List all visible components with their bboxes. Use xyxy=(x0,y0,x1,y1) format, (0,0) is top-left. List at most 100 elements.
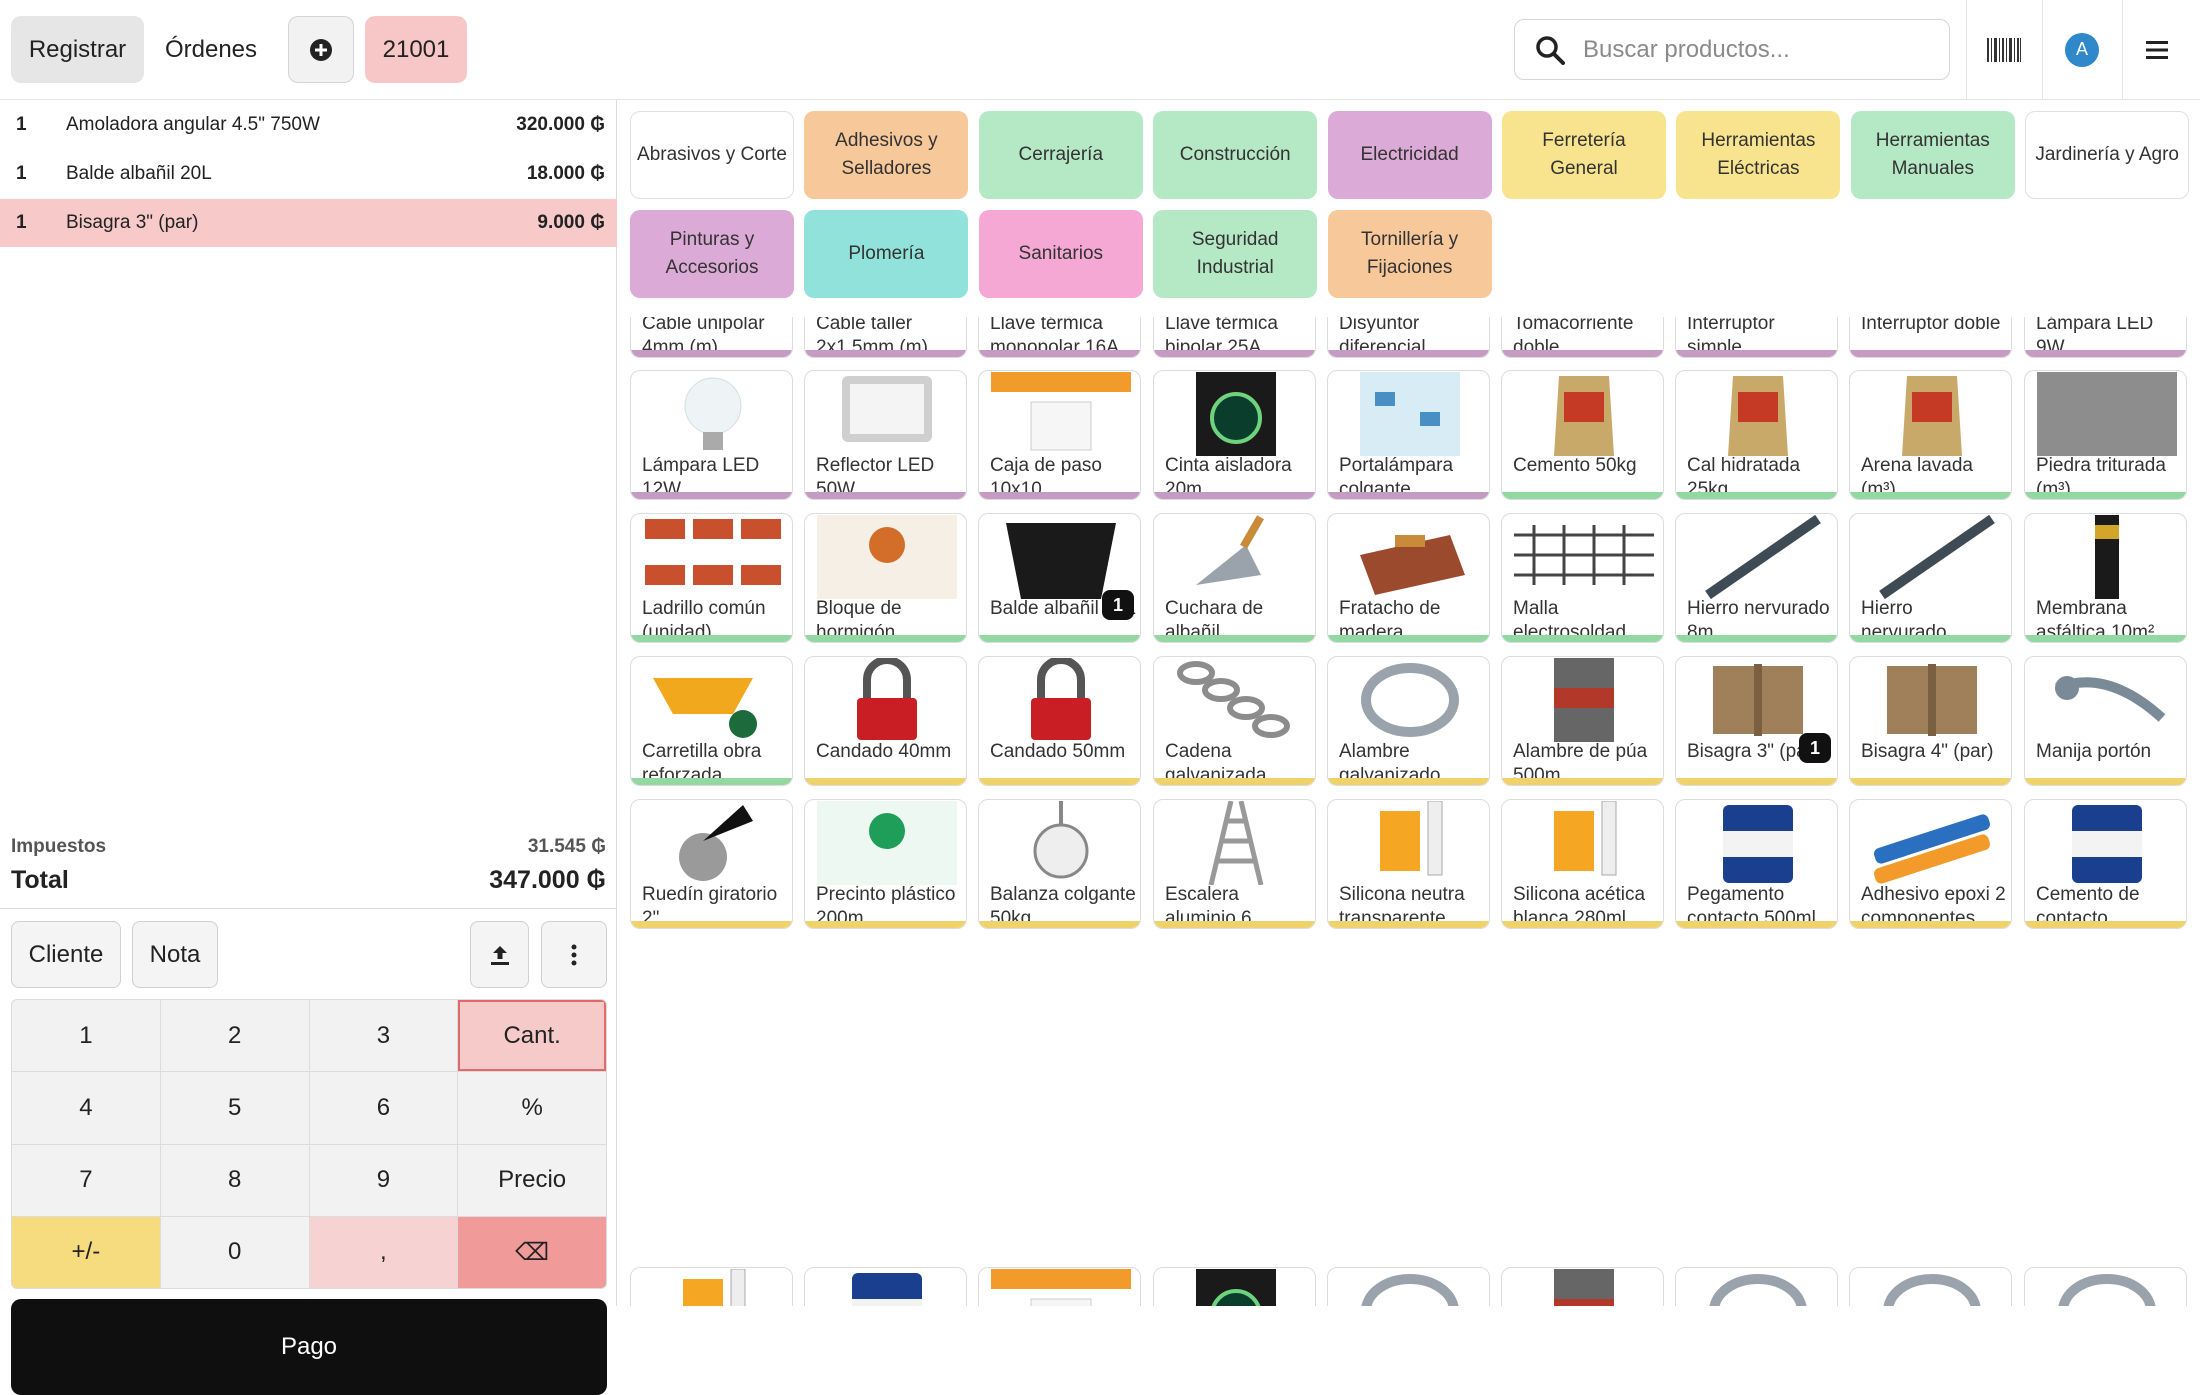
category-button[interactable]: Cerrajería xyxy=(978,111,1143,199)
search-input[interactable] xyxy=(1583,35,1943,64)
product-card[interactable]: Candado 40mm xyxy=(804,656,967,786)
decimal-key[interactable]: , xyxy=(309,1216,458,1288)
product-card[interactable]: Silicona neutra transparente… xyxy=(1327,799,1490,929)
product-card[interactable]: Membrana asfáltica 10m² xyxy=(2024,513,2187,643)
tab-register[interactable]: Registrar xyxy=(11,16,144,83)
menu-button[interactable] xyxy=(2122,16,2192,83)
product-card[interactable]: Bisagra 3" (par) 1 xyxy=(1675,656,1838,786)
search-box[interactable] xyxy=(1514,19,1950,80)
pay-button[interactable]: Pago xyxy=(11,1299,607,1395)
product-card[interactable]: Cable taller 2x1.5mm (m) xyxy=(804,317,967,358)
product-card[interactable]: Carretilla obra reforzada xyxy=(630,656,793,786)
product-card[interactable]: Lámpara LED 12W xyxy=(630,370,793,500)
product-card[interactable]: Cable unipolar 4mm (m) xyxy=(630,317,793,358)
product-card[interactable] xyxy=(630,1267,793,1306)
discount-mode-key[interactable]: % xyxy=(458,1072,606,1144)
product-card[interactable]: Silicona acética blanca 280ml xyxy=(1501,799,1664,929)
new-order-button[interactable] xyxy=(288,16,354,83)
digit-key-5[interactable]: 5 xyxy=(160,1072,309,1144)
digit-key-4[interactable]: 4 xyxy=(12,1072,160,1144)
product-card[interactable]: Interruptor doble xyxy=(1849,317,2012,358)
tab-orders[interactable]: Órdenes xyxy=(150,16,272,83)
product-card[interactable]: Cuchara de albañil xyxy=(1153,513,1316,643)
category-button[interactable]: Adhesivos y Selladores xyxy=(804,111,969,199)
product-card[interactable]: Portalámpara colgante xyxy=(1327,370,1490,500)
current-order-tab[interactable]: 21001 xyxy=(365,16,467,83)
product-card[interactable] xyxy=(1849,1267,2012,1306)
customer-button[interactable]: Cliente xyxy=(11,921,121,988)
product-card[interactable]: Bisagra 4" (par) xyxy=(1849,656,2012,786)
product-card[interactable]: Cal hidratada 25kg xyxy=(1675,370,1838,500)
product-card[interactable]: Adhesivo epoxi 2 componentes xyxy=(1849,799,2012,929)
product-card[interactable] xyxy=(1501,1267,1664,1306)
category-button[interactable]: Electricidad xyxy=(1327,111,1492,199)
product-card[interactable]: Hierro nervurado 8m… xyxy=(1675,513,1838,643)
digit-key-1[interactable]: 1 xyxy=(12,1000,160,1072)
product-card[interactable]: Ruedín giratorio 2" xyxy=(630,799,793,929)
product-card[interactable]: Arena lavada (m³) xyxy=(1849,370,2012,500)
more-options-button[interactable] xyxy=(541,921,607,988)
product-card[interactable] xyxy=(1675,1267,1838,1306)
product-card[interactable]: Ladrillo común (unidad) xyxy=(630,513,793,643)
product-card[interactable]: Interruptor simple xyxy=(1675,317,1838,358)
note-button[interactable]: Nota xyxy=(132,921,218,988)
digit-key-0[interactable]: 0 xyxy=(160,1216,309,1288)
product-card[interactable]: Bloque de hormigón… xyxy=(804,513,967,643)
product-card[interactable]: Cemento de contacto… xyxy=(2024,799,2187,929)
product-card[interactable]: Cemento 50kg xyxy=(1501,370,1664,500)
digit-key-8[interactable]: 8 xyxy=(160,1144,309,1216)
order-line[interactable]: 1 Balde albañil 20L 18.000 ₲ xyxy=(0,150,617,198)
order-line[interactable]: 1 Amoladora angular 4.5" 750W 320.000 ₲ xyxy=(0,101,617,149)
product-card[interactable] xyxy=(1153,1267,1316,1306)
product-card[interactable]: Balde albañil 20L 1 xyxy=(978,513,1141,643)
product-card[interactable]: Balanza colgante 50kg xyxy=(978,799,1141,929)
digit-key-2[interactable]: 2 xyxy=(160,1000,309,1072)
product-card[interactable] xyxy=(804,1267,967,1306)
category-button[interactable]: Sanitarios xyxy=(978,210,1143,298)
digit-key-6[interactable]: 6 xyxy=(309,1072,458,1144)
user-avatar-button[interactable]: A xyxy=(2042,16,2122,83)
product-card[interactable]: Llave térmica monopolar 16A xyxy=(978,317,1141,358)
category-button[interactable]: Tornillería y Fijaciones xyxy=(1327,210,1492,298)
digit-key-3[interactable]: 3 xyxy=(309,1000,458,1072)
product-card[interactable]: Llave térmica bipolar 25A xyxy=(1153,317,1316,358)
product-card[interactable]: Escalera aluminio 6… xyxy=(1153,799,1316,929)
category-button[interactable]: Ferretería General xyxy=(1502,111,1666,199)
category-button[interactable]: Plomería xyxy=(804,210,969,298)
product-card[interactable]: Malla electrosoldad… xyxy=(1501,513,1664,643)
product-card[interactable]: Disyuntor diferencial… xyxy=(1327,317,1490,358)
product-card[interactable] xyxy=(2024,1267,2187,1306)
export-button[interactable] xyxy=(470,921,529,988)
product-card[interactable]: Candado 50mm xyxy=(978,656,1141,786)
category-button[interactable]: Seguridad Industrial xyxy=(1153,210,1318,298)
product-card[interactable]: Fratacho de madera xyxy=(1327,513,1490,643)
product-card[interactable]: Manija portón xyxy=(2024,656,2187,786)
backspace-key[interactable]: ⌫ xyxy=(458,1216,606,1288)
barcode-button[interactable] xyxy=(1966,16,2042,83)
product-card[interactable]: Lámpara LED 9W xyxy=(2024,317,2187,358)
product-card[interactable]: Pegamento contacto 500ml xyxy=(1675,799,1838,929)
product-card[interactable]: Piedra triturada (m³) xyxy=(2024,370,2187,500)
product-card[interactable]: Cinta aisladora 20m xyxy=(1153,370,1316,500)
category-button[interactable]: Construcción xyxy=(1153,111,1318,199)
product-card[interactable]: Tomacorriente doble xyxy=(1501,317,1664,358)
product-card[interactable]: Reflector LED 50W xyxy=(804,370,967,500)
quantity-mode-key[interactable]: Cant. xyxy=(458,1000,606,1072)
order-line[interactable]: 1 Bisagra 3" (par) 9.000 ₲ xyxy=(0,199,617,247)
product-card[interactable] xyxy=(1327,1267,1490,1306)
sign-toggle-key[interactable]: +/- xyxy=(12,1216,160,1288)
product-card[interactable]: Alambre de púa 500m xyxy=(1501,656,1664,786)
category-button[interactable]: Herramientas Eléctricas xyxy=(1676,111,1841,199)
product-card[interactable]: Cadena galvanizada… xyxy=(1153,656,1316,786)
digit-key-9[interactable]: 9 xyxy=(309,1144,458,1216)
digit-key-7[interactable]: 7 xyxy=(12,1144,160,1216)
category-button[interactable]: Jardinería y Agro xyxy=(2025,111,2190,199)
product-card[interactable]: Precinto plástico 200m… xyxy=(804,799,967,929)
product-card[interactable]: Hierro nervurado… xyxy=(1849,513,2012,643)
product-card[interactable]: Alambre galvanizado… xyxy=(1327,656,1490,786)
product-card[interactable] xyxy=(978,1267,1141,1306)
category-button[interactable]: Pinturas y Accesorios xyxy=(630,210,794,298)
category-button[interactable]: Herramientas Manuales xyxy=(1850,111,2015,199)
product-card[interactable]: Caja de paso 10x10 xyxy=(978,370,1141,500)
price-mode-key[interactable]: Precio xyxy=(458,1144,606,1216)
